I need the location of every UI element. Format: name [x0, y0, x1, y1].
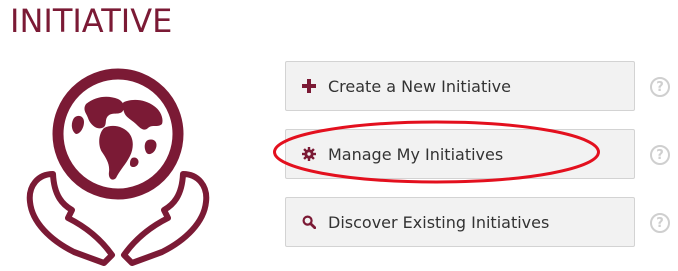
gear-icon	[302, 147, 316, 161]
help-icon[interactable]: ?	[650, 145, 670, 165]
create-initiative-button[interactable]: Create a New Initiative	[285, 61, 635, 111]
help-icon[interactable]: ?	[650, 77, 670, 97]
plus-icon	[302, 79, 316, 93]
page-title: INITIATIVE	[10, 2, 173, 40]
discover-initiatives-button[interactable]: Discover Existing Initiatives	[285, 197, 635, 247]
create-initiative-label: Create a New Initiative	[328, 76, 511, 96]
manage-initiatives-button[interactable]: Manage My Initiatives	[285, 129, 635, 179]
help-icon[interactable]: ?	[650, 213, 670, 233]
manage-initiatives-label: Manage My Initiatives	[328, 144, 504, 164]
search-icon	[302, 215, 316, 229]
globe-in-hands-icon	[26, 68, 210, 266]
discover-initiatives-label: Discover Existing Initiatives	[328, 212, 550, 232]
